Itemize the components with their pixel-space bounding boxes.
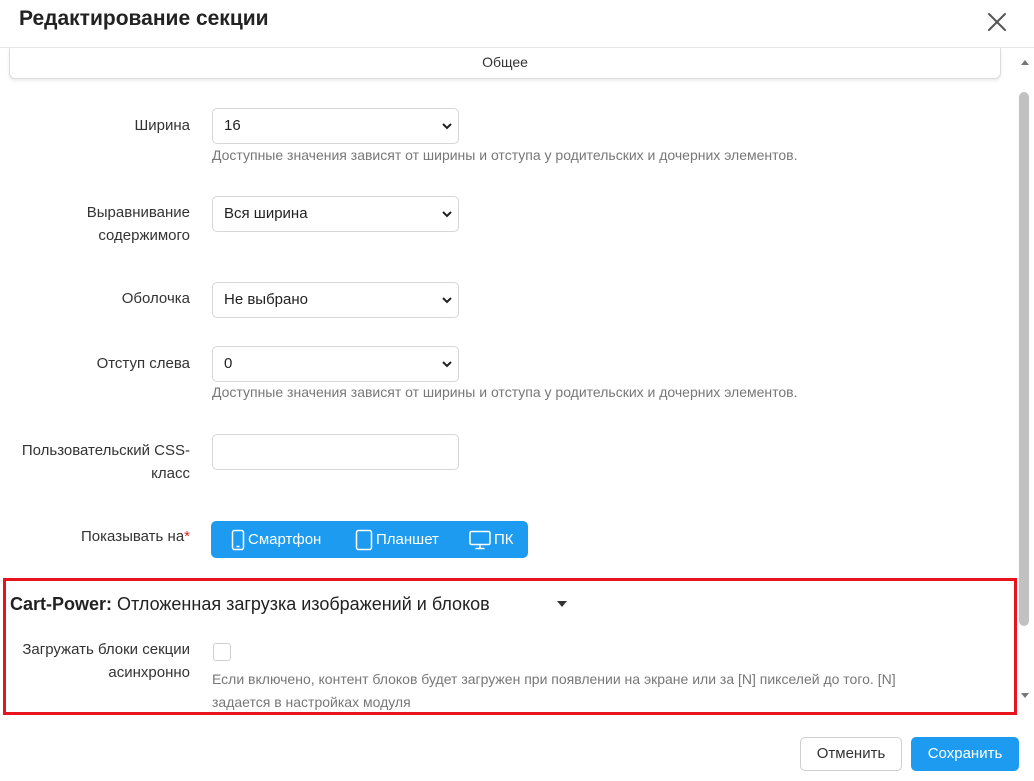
smartphone-icon <box>231 529 245 550</box>
dialog-footer: Отменить Сохранить <box>0 718 1034 781</box>
width-value: 16 <box>224 117 241 134</box>
width-select[interactable]: 16 <box>212 108 459 144</box>
scroll-thumb[interactable] <box>1019 92 1029 626</box>
async-load-help-line2: задается в настройках модуля <box>212 694 411 710</box>
caret-down-icon[interactable] <box>556 600 568 608</box>
wrapper-value: Не выбрано <box>224 291 308 308</box>
device-smartphone-button[interactable]: Смартфон <box>230 521 321 558</box>
offset-left-help: Доступные значения зависят от ширины и о… <box>212 384 798 400</box>
close-icon[interactable] <box>984 9 1010 35</box>
scrollbar[interactable] <box>1016 48 1034 708</box>
required-mark: * <box>184 528 190 545</box>
offset-left-label: Отступ слева <box>96 355 190 372</box>
scroll-down-arrow-icon[interactable] <box>1020 692 1030 700</box>
chevron-down-icon <box>442 361 452 368</box>
chevron-down-icon <box>442 211 452 218</box>
show-on-label-text: Показывать на <box>81 528 185 545</box>
device-tablet-button[interactable]: Планшет <box>354 521 439 558</box>
css-class-label: Пользовательский CSS- класс <box>22 439 190 485</box>
addon-section-brand: Cart-Power: <box>10 594 113 614</box>
tab-general[interactable]: Общее <box>9 48 1001 79</box>
async-load-help-line1: Если включено, контент блоков будет загр… <box>212 671 896 687</box>
addon-section-title-text: Отложенная загрузка изображений и блоков <box>112 594 490 614</box>
alignment-label-line2: содержимого <box>98 227 190 244</box>
wrapper-label: Оболочка <box>121 290 190 307</box>
dialog-title: Редактирование секции <box>19 7 269 30</box>
css-class-input[interactable] <box>212 434 459 470</box>
device-smartphone-label: Смартфон <box>248 531 322 548</box>
width-help: Доступные значения зависят от ширины и о… <box>212 147 798 163</box>
alignment-value: Вся ширина <box>224 205 308 222</box>
device-pc-button[interactable]: ПК <box>468 521 514 558</box>
async-load-label-line2: асинхронно <box>108 664 190 681</box>
offset-left-select[interactable]: 0 <box>212 346 459 382</box>
async-load-label: Загружать блоки секции асинхронно <box>22 638 190 684</box>
save-button[interactable]: Сохранить <box>911 737 1019 771</box>
tablet-icon <box>355 529 373 550</box>
width-label: Ширина <box>134 117 190 134</box>
chevron-down-icon <box>442 123 452 130</box>
device-pc-label: ПК <box>494 531 514 548</box>
addon-section-title[interactable]: Cart-Power: Отложенная загрузка изображе… <box>10 592 490 616</box>
alignment-label-line1: Выравнивание <box>86 204 190 221</box>
alignment-label: Выравнивание содержимого <box>87 201 190 247</box>
async-load-help: Если включено, контент блоков будет загр… <box>212 668 896 714</box>
device-button-group: Смартфон Планшет ПК <box>211 521 528 558</box>
show-on-label: Показывать на* <box>81 525 190 548</box>
scroll-up-arrow-icon[interactable] <box>1020 58 1030 66</box>
alignment-select[interactable]: Вся ширина <box>212 196 459 232</box>
monitor-icon <box>469 530 491 549</box>
cancel-button[interactable]: Отменить <box>800 737 902 771</box>
chevron-down-icon <box>442 297 452 304</box>
async-load-checkbox[interactable] <box>213 643 231 661</box>
offset-left-value: 0 <box>224 355 233 372</box>
css-class-label-line2: класс <box>151 465 190 482</box>
async-load-label-line1: Загружать блоки секции <box>22 641 190 658</box>
wrapper-select[interactable]: Не выбрано <box>212 282 459 318</box>
device-tablet-label: Планшет <box>376 531 439 548</box>
dialog-header: Редактирование секции <box>0 0 1034 48</box>
css-class-label-line1: Пользовательский CSS- <box>21 442 190 459</box>
